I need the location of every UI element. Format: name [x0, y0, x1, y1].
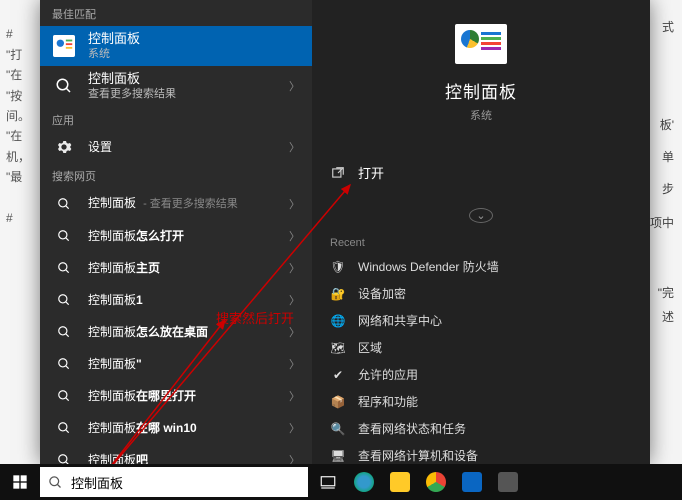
recent-item-icon: 🔐 — [330, 286, 346, 302]
recent-item-label: 允许的应用 — [358, 366, 418, 383]
search-icon — [52, 288, 76, 312]
web-result[interactable]: 控制面板"〉 — [40, 348, 312, 380]
open-icon — [330, 165, 346, 181]
web-result[interactable]: 控制面板 - 查看更多搜索结果〉 — [40, 188, 312, 220]
search-icon — [52, 448, 76, 464]
preview-hero: 控制面板 系统 — [312, 0, 650, 141]
web-result[interactable]: 控制面板吧〉 — [40, 444, 312, 464]
chevron-right-icon: 〉 — [289, 324, 300, 340]
recent-label: Recent — [312, 231, 650, 253]
web-result[interactable]: 控制面板在哪里打开〉 — [40, 380, 312, 412]
recent-item-label: 设备加密 — [358, 285, 406, 302]
chevron-right-icon: 〉 — [289, 196, 300, 212]
gear-icon — [52, 135, 76, 159]
recent-item-icon: 🌐 — [330, 313, 346, 329]
recent-item-label: Windows Defender 防火墙 — [358, 258, 499, 275]
recent-item[interactable]: 🔍 查看网络状态和任务 — [312, 415, 650, 442]
result-more-search[interactable]: 控制面板 查看更多搜索结果 〉 — [40, 66, 312, 106]
preview-column: 控制面板 系统 打开 ⌄ Recent 🛡 Windows Defender 防火… — [312, 0, 650, 464]
taskbar-app-generic[interactable] — [490, 464, 526, 500]
chevron-right-icon: 〉 — [289, 228, 300, 244]
search-icon — [52, 224, 76, 248]
open-action[interactable]: 打开 — [312, 153, 650, 192]
expand-button[interactable]: ⌄ — [469, 208, 493, 223]
recent-item-icon: ✔ — [330, 367, 346, 383]
web-result[interactable]: 控制面板在哪 win10〉 — [40, 412, 312, 444]
web-result[interactable]: 控制面板1〉 — [40, 284, 312, 316]
bg-right-text: 式 — [662, 18, 674, 36]
recent-item-label: 查看网络状态和任务 — [358, 420, 466, 437]
recent-item[interactable]: 🗺 区域 — [312, 334, 650, 361]
taskbar-search[interactable] — [40, 467, 308, 497]
taskbar-app-explorer[interactable] — [382, 464, 418, 500]
search-icon — [52, 74, 76, 98]
search-input[interactable] — [71, 475, 300, 490]
web-result[interactable]: 控制面板怎么打开〉 — [40, 220, 312, 252]
web-result[interactable]: 控制面板主页〉 — [40, 252, 312, 284]
taskbar-app-chrome[interactable] — [418, 464, 454, 500]
search-icon — [52, 416, 76, 440]
chevron-right-icon: 〉 — [289, 356, 300, 372]
apps-label: 应用 — [40, 106, 312, 132]
chevron-right-icon: 〉 — [289, 420, 300, 436]
recent-item-label: 程序和功能 — [358, 393, 418, 410]
search-icon — [52, 192, 76, 216]
task-view-button[interactable] — [310, 464, 346, 500]
chevron-right-icon: 〉 — [289, 139, 300, 155]
preview-subtitle: 系统 — [470, 107, 492, 123]
taskbar-app-mail[interactable] — [454, 464, 490, 500]
recent-item-icon: 🔍 — [330, 421, 346, 437]
recent-item[interactable]: 🛡 Windows Defender 防火墙 — [312, 253, 650, 280]
open-label: 打开 — [358, 163, 384, 182]
recent-item-icon: 🗺 — [330, 340, 346, 356]
recent-item-label: 查看网络计算机和设备 — [358, 447, 478, 464]
best-match-label: 最佳匹配 — [40, 0, 312, 26]
result-subtitle: 系统 — [88, 48, 300, 62]
recent-item-label: 网络和共享中心 — [358, 312, 442, 329]
control-panel-large-icon — [455, 24, 507, 64]
taskbar-app-edge[interactable] — [346, 464, 382, 500]
search-icon — [52, 384, 76, 408]
chevron-right-icon: 〉 — [289, 388, 300, 404]
result-title: 控制面板 — [88, 31, 140, 46]
search-icon — [52, 352, 76, 376]
recent-item[interactable]: ✔ 允许的应用 — [312, 361, 650, 388]
web-label: 搜索网页 — [40, 162, 312, 188]
recent-item[interactable]: 🌐 网络和共享中心 — [312, 307, 650, 334]
preview-title: 控制面板 — [445, 78, 517, 103]
chevron-right-icon: 〉 — [289, 292, 300, 308]
chevron-right-icon: 〉 — [289, 452, 300, 464]
recent-item[interactable]: 🔐 设备加密 — [312, 280, 650, 307]
recent-item-icon: 🖥 — [330, 448, 346, 464]
search-icon — [48, 475, 63, 490]
control-panel-icon — [52, 34, 76, 58]
search-icon — [52, 320, 76, 344]
result-control-panel-app[interactable]: 控制面板 系统 — [40, 26, 312, 66]
taskbar — [0, 464, 682, 500]
recent-item-icon: 📦 — [330, 394, 346, 410]
chevron-right-icon: 〉 — [289, 260, 300, 276]
result-settings-app[interactable]: 设置 〉 — [40, 132, 312, 162]
recent-item-label: 区域 — [358, 339, 382, 356]
web-result[interactable]: 控制面板怎么放在桌面〉 — [40, 316, 312, 348]
start-button[interactable] — [0, 464, 40, 500]
chevron-right-icon: 〉 — [289, 78, 300, 94]
recent-item-icon: 🛡 — [330, 259, 346, 275]
search-icon — [52, 256, 76, 280]
start-search-panel: 最佳匹配 控制面板 系统 控制面板 查看更多搜索结果 〉 应用 — [40, 0, 650, 464]
search-results-column: 最佳匹配 控制面板 系统 控制面板 查看更多搜索结果 〉 应用 — [40, 0, 312, 464]
recent-item[interactable]: 📦 程序和功能 — [312, 388, 650, 415]
taskbar-apps — [310, 464, 526, 500]
